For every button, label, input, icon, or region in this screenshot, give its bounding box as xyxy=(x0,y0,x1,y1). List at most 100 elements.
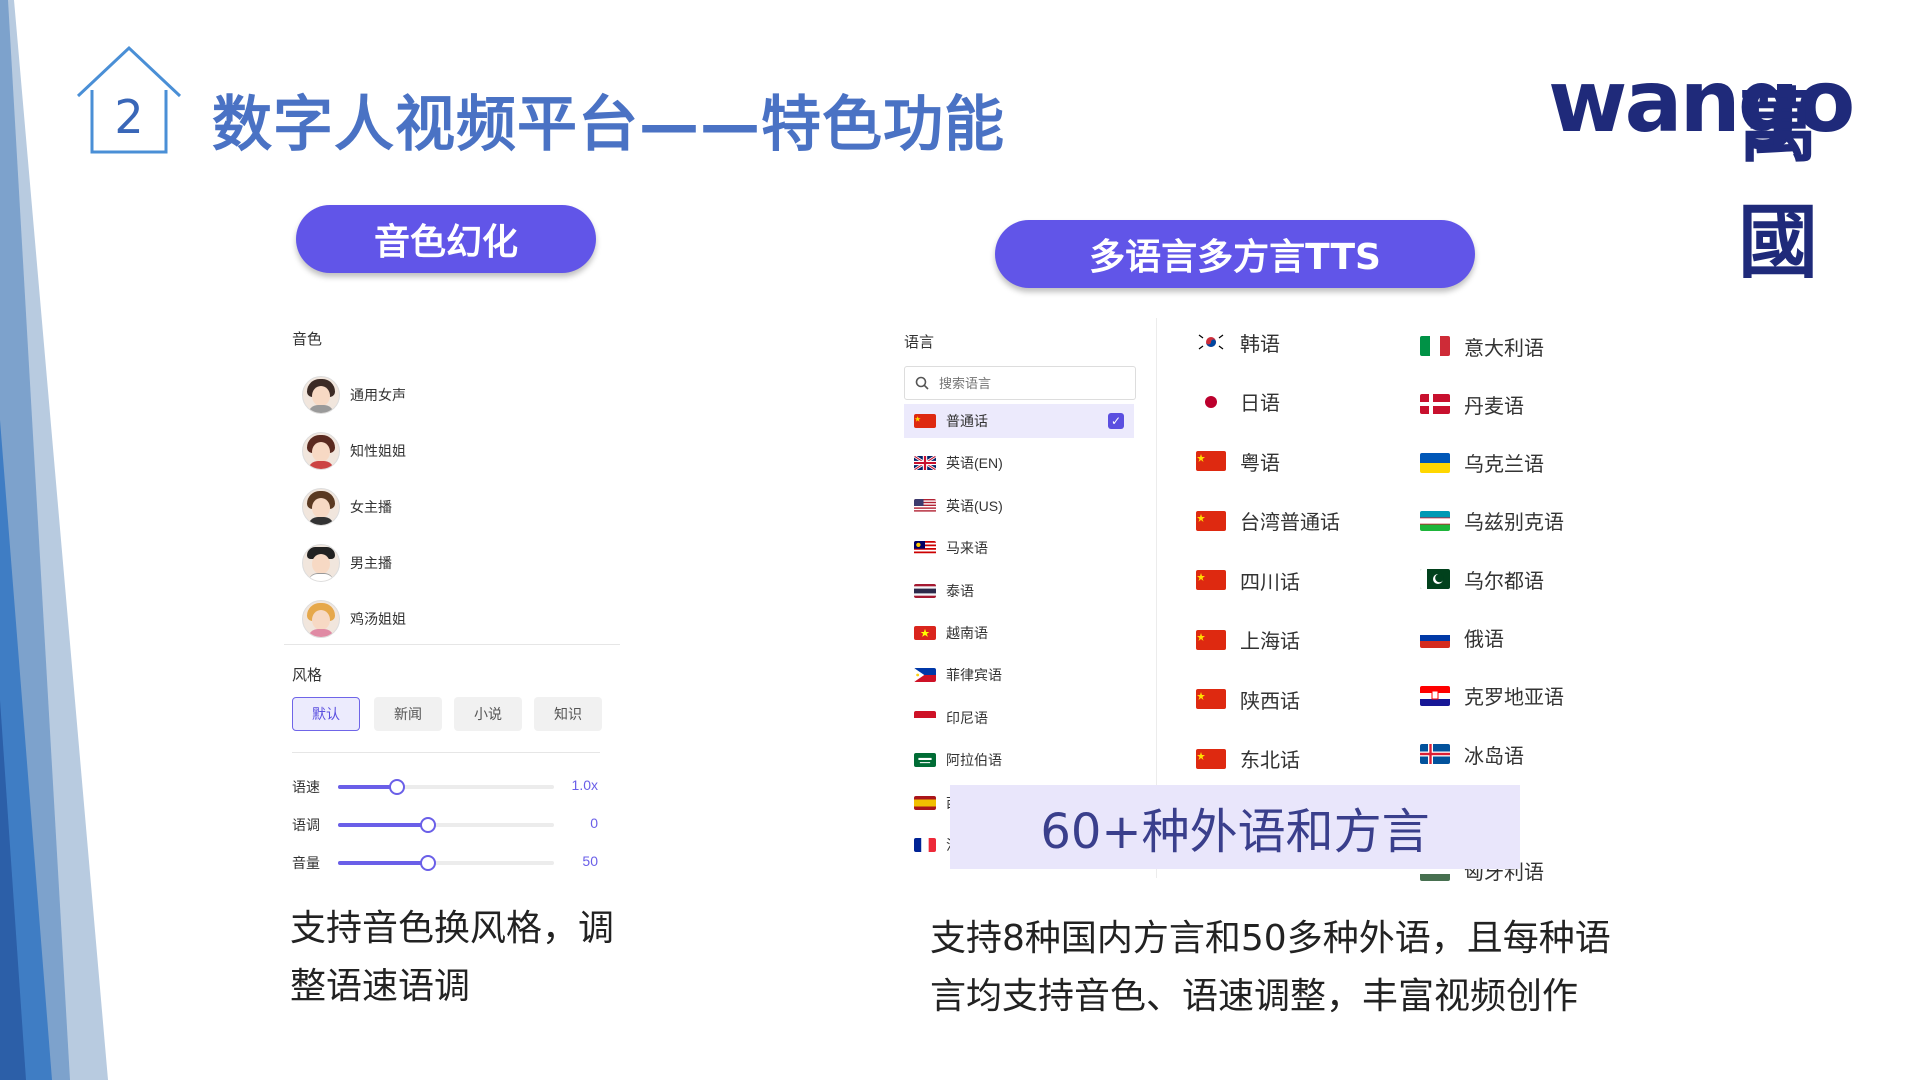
voice-name: 知性姐姐 xyxy=(350,443,406,459)
language-name: 韩语 xyxy=(1240,333,1280,356)
avatar xyxy=(302,376,340,414)
pk-flag-icon xyxy=(1420,569,1450,590)
language-tile-dk[interactable]: 丹麦语 xyxy=(1420,384,1524,424)
wango-logo: wango 萬國 xyxy=(1548,52,1855,289)
language-tile-cn[interactable]: 上海话 xyxy=(1196,620,1300,660)
language-option-uk[interactable]: 英语(EN) xyxy=(904,446,1134,480)
language-name: 台湾普通话 xyxy=(1240,512,1340,534)
pitch-value: 0 xyxy=(590,815,598,831)
slider-handle[interactable] xyxy=(419,817,436,833)
language-name: 马来语 xyxy=(946,540,988,557)
language-name: 菲律宾语 xyxy=(946,667,1002,684)
language-name: 普通话 xyxy=(946,413,988,429)
language-tile-jp[interactable]: 日语 xyxy=(1196,382,1280,422)
avatar xyxy=(302,432,340,470)
language-tile-it[interactable]: 意大利语 xyxy=(1420,326,1544,366)
volume-slider[interactable] xyxy=(338,855,554,871)
id-flag-icon xyxy=(914,710,936,725)
language-name: 冰岛语 xyxy=(1464,745,1524,768)
style-default-button[interactable]: 默认 xyxy=(292,697,360,731)
th-flag-icon xyxy=(914,583,936,598)
speed-value: 1.0x xyxy=(571,777,598,793)
avatar xyxy=(302,488,340,526)
cn-flag-icon xyxy=(1196,748,1226,769)
jp-flag-icon xyxy=(1196,391,1226,412)
cn-flag-icon xyxy=(914,414,936,428)
language-tile-kr[interactable]: 韩语 xyxy=(1196,322,1280,362)
language-option-id[interactable]: 印尼语 xyxy=(904,701,1134,735)
voice-item[interactable]: 通用女声 xyxy=(302,375,406,415)
language-name: 四川话 xyxy=(1240,571,1300,594)
speed-slider[interactable] xyxy=(338,779,554,795)
language-tile-ru[interactable]: 俄语 xyxy=(1420,618,1504,658)
search-input[interactable] xyxy=(937,374,1121,392)
language-name: 俄语 xyxy=(1464,629,1504,651)
language-tile-ua[interactable]: 乌克兰语 xyxy=(1420,443,1544,483)
uk-flag-icon xyxy=(914,456,936,471)
language-search[interactable] xyxy=(904,366,1136,400)
style-knowledge-button[interactable]: 知识 xyxy=(534,697,602,731)
style-novel-button[interactable]: 小说 xyxy=(454,697,522,731)
language-name: 乌克兰语 xyxy=(1464,454,1544,477)
voice-item[interactable]: 女主播 xyxy=(302,487,392,527)
search-icon xyxy=(915,376,929,390)
language-tile-uz[interactable]: 乌兹别克语 xyxy=(1420,501,1564,541)
language-option-cn[interactable]: 普通话 ✓ xyxy=(904,404,1134,438)
voice-item[interactable]: 男主播 xyxy=(302,543,392,583)
language-option-us[interactable]: 英语(US) xyxy=(904,489,1134,523)
cn-flag-icon xyxy=(1196,570,1226,590)
slider-label: 语速 xyxy=(292,779,320,795)
cn-flag-icon xyxy=(1196,629,1226,650)
volume-value: 50 xyxy=(582,853,598,869)
slider-handle[interactable] xyxy=(419,855,436,871)
language-tile-cn[interactable]: 粤语 xyxy=(1196,441,1280,481)
voice-caption: 支持音色换风格，调 整语速语调 xyxy=(290,900,614,1016)
language-name: 日语 xyxy=(1240,393,1280,415)
voice-item[interactable]: 鸡汤姐姐 xyxy=(302,599,406,639)
language-tile-is[interactable]: 冰岛语 xyxy=(1420,734,1524,774)
logo-cn: 萬國 xyxy=(1738,80,1818,289)
language-name: 陕西话 xyxy=(1240,690,1300,713)
it-flag-icon xyxy=(1420,336,1450,356)
style-news-button[interactable]: 新闻 xyxy=(374,697,442,731)
page-title: 数字人视频平台——特色功能 xyxy=(212,90,1005,160)
tts-caption: 支持8种国内方言和50多种外语，且每种语 言均支持音色、语速调整，丰富视频创作 xyxy=(930,910,1611,1026)
avatar xyxy=(302,600,340,638)
kr-flag-icon xyxy=(1196,332,1226,352)
us-flag-icon xyxy=(914,498,936,513)
language-tile-cn[interactable]: 东北话 xyxy=(1196,739,1300,779)
language-tile-cn[interactable]: 四川话 xyxy=(1196,560,1300,600)
voice-name: 鸡汤姐姐 xyxy=(350,611,406,627)
language-tile-cn[interactable]: 陕西话 xyxy=(1196,679,1300,719)
hr-flag-icon xyxy=(1420,685,1450,706)
language-name: 粤语 xyxy=(1240,452,1280,475)
language-tile-cn[interactable]: 台湾普通话 xyxy=(1196,501,1340,541)
language-tile-hr[interactable]: 克罗地亚语 xyxy=(1420,676,1564,716)
language-name: 英语(EN) xyxy=(946,455,1003,472)
language-option-my[interactable]: 马来语 xyxy=(904,531,1134,565)
cn-flag-icon xyxy=(1196,689,1226,709)
ru-flag-icon xyxy=(1420,627,1450,648)
language-option-vn[interactable]: 越南语 xyxy=(904,616,1134,650)
pitch-slider[interactable] xyxy=(338,817,554,833)
language-option-sa[interactable]: 阿拉伯语 xyxy=(904,743,1134,777)
language-name: 阿拉伯语 xyxy=(946,752,1002,769)
es-flag-icon xyxy=(914,795,936,810)
uz-flag-icon xyxy=(1420,510,1450,531)
caption-line: 支持8种国内方言和50多种外语，且每种语 xyxy=(930,918,1611,959)
language-name: 上海话 xyxy=(1240,631,1300,653)
fr-flag-icon xyxy=(914,838,936,852)
dk-flag-icon xyxy=(1420,394,1450,415)
voice-item[interactable]: 知性姐姐 xyxy=(302,431,406,471)
caption-line: 支持音色换风格，调 xyxy=(290,908,615,949)
language-option-th[interactable]: 泰语 xyxy=(904,574,1134,608)
left-decoration xyxy=(0,0,108,1080)
language-name: 乌兹别克语 xyxy=(1464,512,1564,535)
checkbox-checked-icon[interactable]: ✓ xyxy=(1108,413,1124,429)
ua-flag-icon xyxy=(1420,452,1450,473)
language-name: 印尼语 xyxy=(946,709,988,726)
voice-feature-pill: 音色幻化 xyxy=(296,205,596,273)
language-tile-pk[interactable]: 乌尔都语 xyxy=(1420,559,1544,599)
voice-label: 音色 xyxy=(292,331,323,348)
language-option-ph[interactable]: 菲律宾语 xyxy=(904,658,1134,692)
